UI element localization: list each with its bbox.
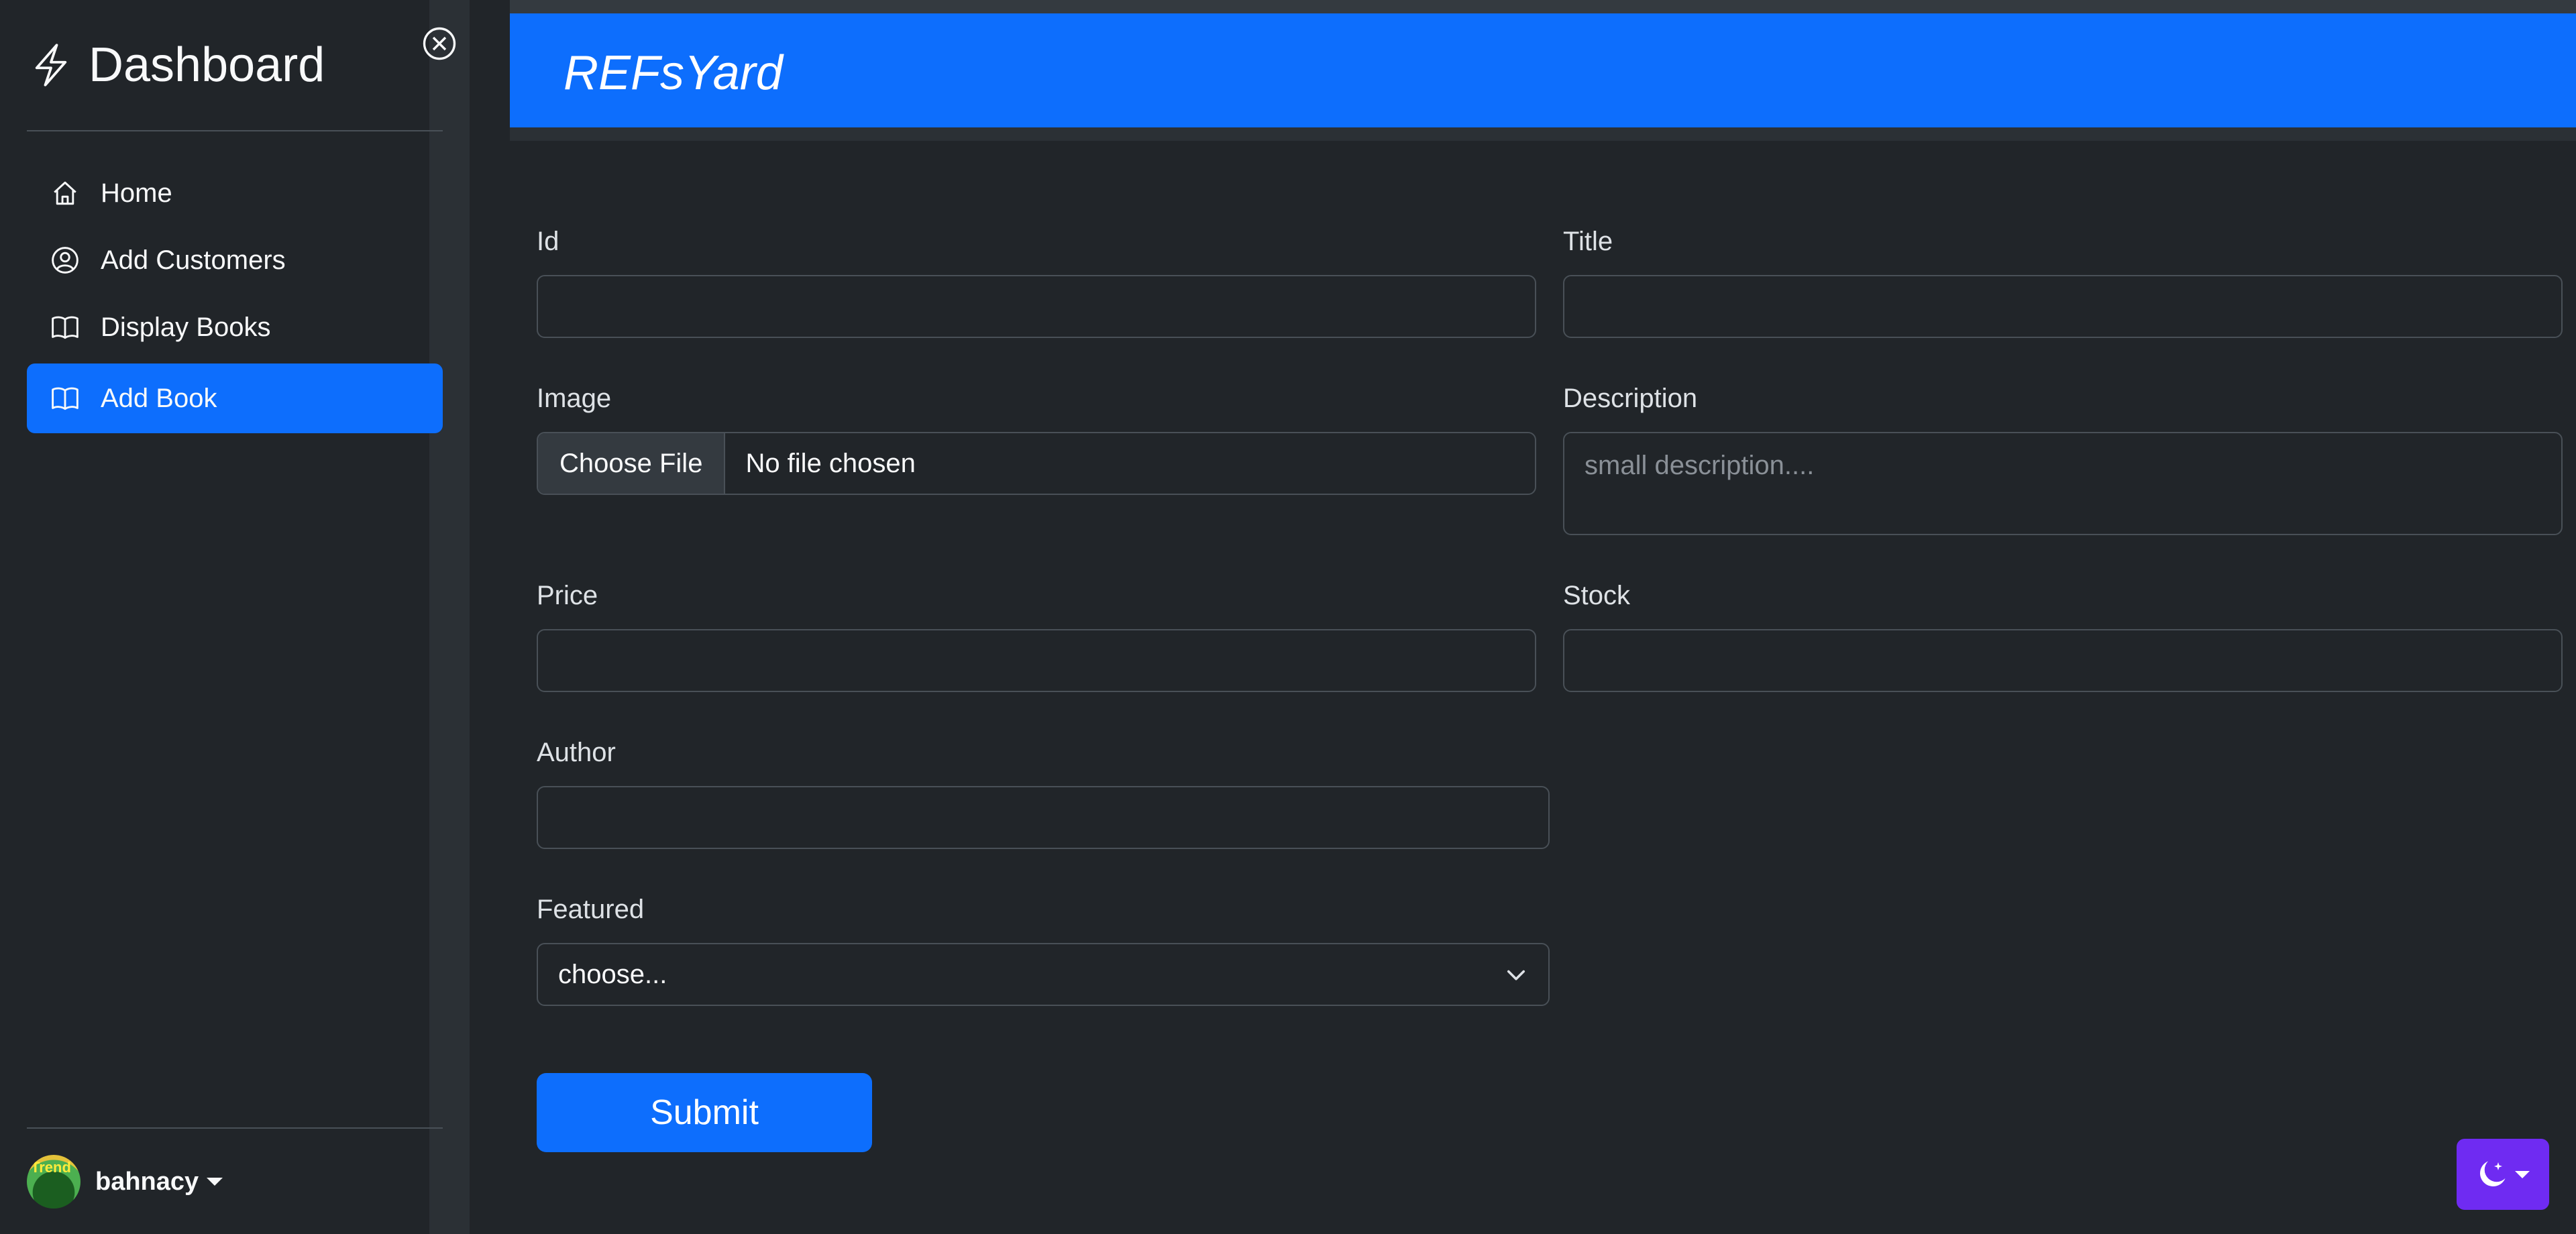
chevron-down-icon — [1507, 970, 1525, 980]
sidebar-item-label: Add Book — [101, 383, 217, 413]
choose-file-button[interactable]: Choose File — [538, 433, 726, 494]
moon-stars-icon — [2480, 1161, 2506, 1186]
caret-down-icon — [2515, 1170, 2530, 1178]
description-textarea[interactable] — [1563, 432, 2563, 535]
title-label: Title — [1563, 227, 1613, 256]
author-input[interactable] — [537, 786, 1550, 849]
sidebar-divider — [27, 130, 443, 131]
sidebar-item-label: Add Customers — [101, 245, 286, 275]
avatar: Trend — [27, 1155, 80, 1209]
sidebar-divider — [27, 1127, 443, 1129]
person-circle-icon — [52, 247, 78, 274]
close-icon[interactable] — [421, 25, 458, 62]
image-label: Image — [537, 384, 612, 413]
theme-toggle-button[interactable] — [2457, 1139, 2549, 1210]
home-icon — [54, 181, 76, 205]
id-label: Id — [537, 227, 559, 256]
sidebar-item-add-book[interactable]: Add Book — [27, 363, 443, 433]
brand-title: Dashboard — [89, 38, 325, 92]
author-label: Author — [537, 738, 616, 767]
price-label: Price — [537, 581, 598, 610]
image-file-input[interactable]: Choose File No file chosen — [537, 432, 1536, 495]
title-input[interactable] — [1563, 275, 2563, 338]
page-header: REFsYard — [510, 13, 2576, 141]
book-icon — [52, 316, 78, 339]
sidebar: Dashboard Home Add Customers Display Boo… — [0, 0, 470, 1234]
top-strip — [510, 0, 2576, 13]
avatar-text: Trend — [31, 1159, 71, 1176]
brand[interactable]: Dashboard — [28, 38, 325, 93]
description-label: Description — [1563, 384, 1698, 413]
submit-button[interactable]: Submit — [537, 1073, 872, 1152]
sidebar-item-display-books[interactable]: Display Books — [27, 294, 443, 361]
stock-input[interactable] — [1563, 629, 2563, 692]
book-icon — [52, 387, 78, 410]
sidebar-item-add-customers[interactable]: Add Customers — [27, 227, 443, 294]
username: bahnacy — [95, 1167, 199, 1196]
sidebar-nav: Home Add Customers Display Books Add Boo… — [27, 160, 443, 433]
lightning-icon — [35, 44, 67, 87]
caret-down-icon — [207, 1178, 223, 1186]
featured-label: Featured — [537, 895, 645, 924]
file-status: No file chosen — [745, 448, 916, 478]
stock-label: Stock — [1563, 581, 1631, 610]
page-title: REFsYard — [564, 46, 783, 100]
sidebar-item-home[interactable]: Home — [27, 160, 443, 227]
price-input[interactable] — [537, 629, 1536, 692]
featured-select[interactable]: choose... — [537, 943, 1550, 1006]
sidebar-item-label: Home — [101, 178, 172, 208]
id-input[interactable] — [537, 275, 1536, 338]
user-menu[interactable]: Trend bahnacy — [27, 1155, 223, 1209]
featured-select-value: choose... — [558, 959, 667, 989]
sidebar-item-label: Display Books — [101, 312, 271, 342]
